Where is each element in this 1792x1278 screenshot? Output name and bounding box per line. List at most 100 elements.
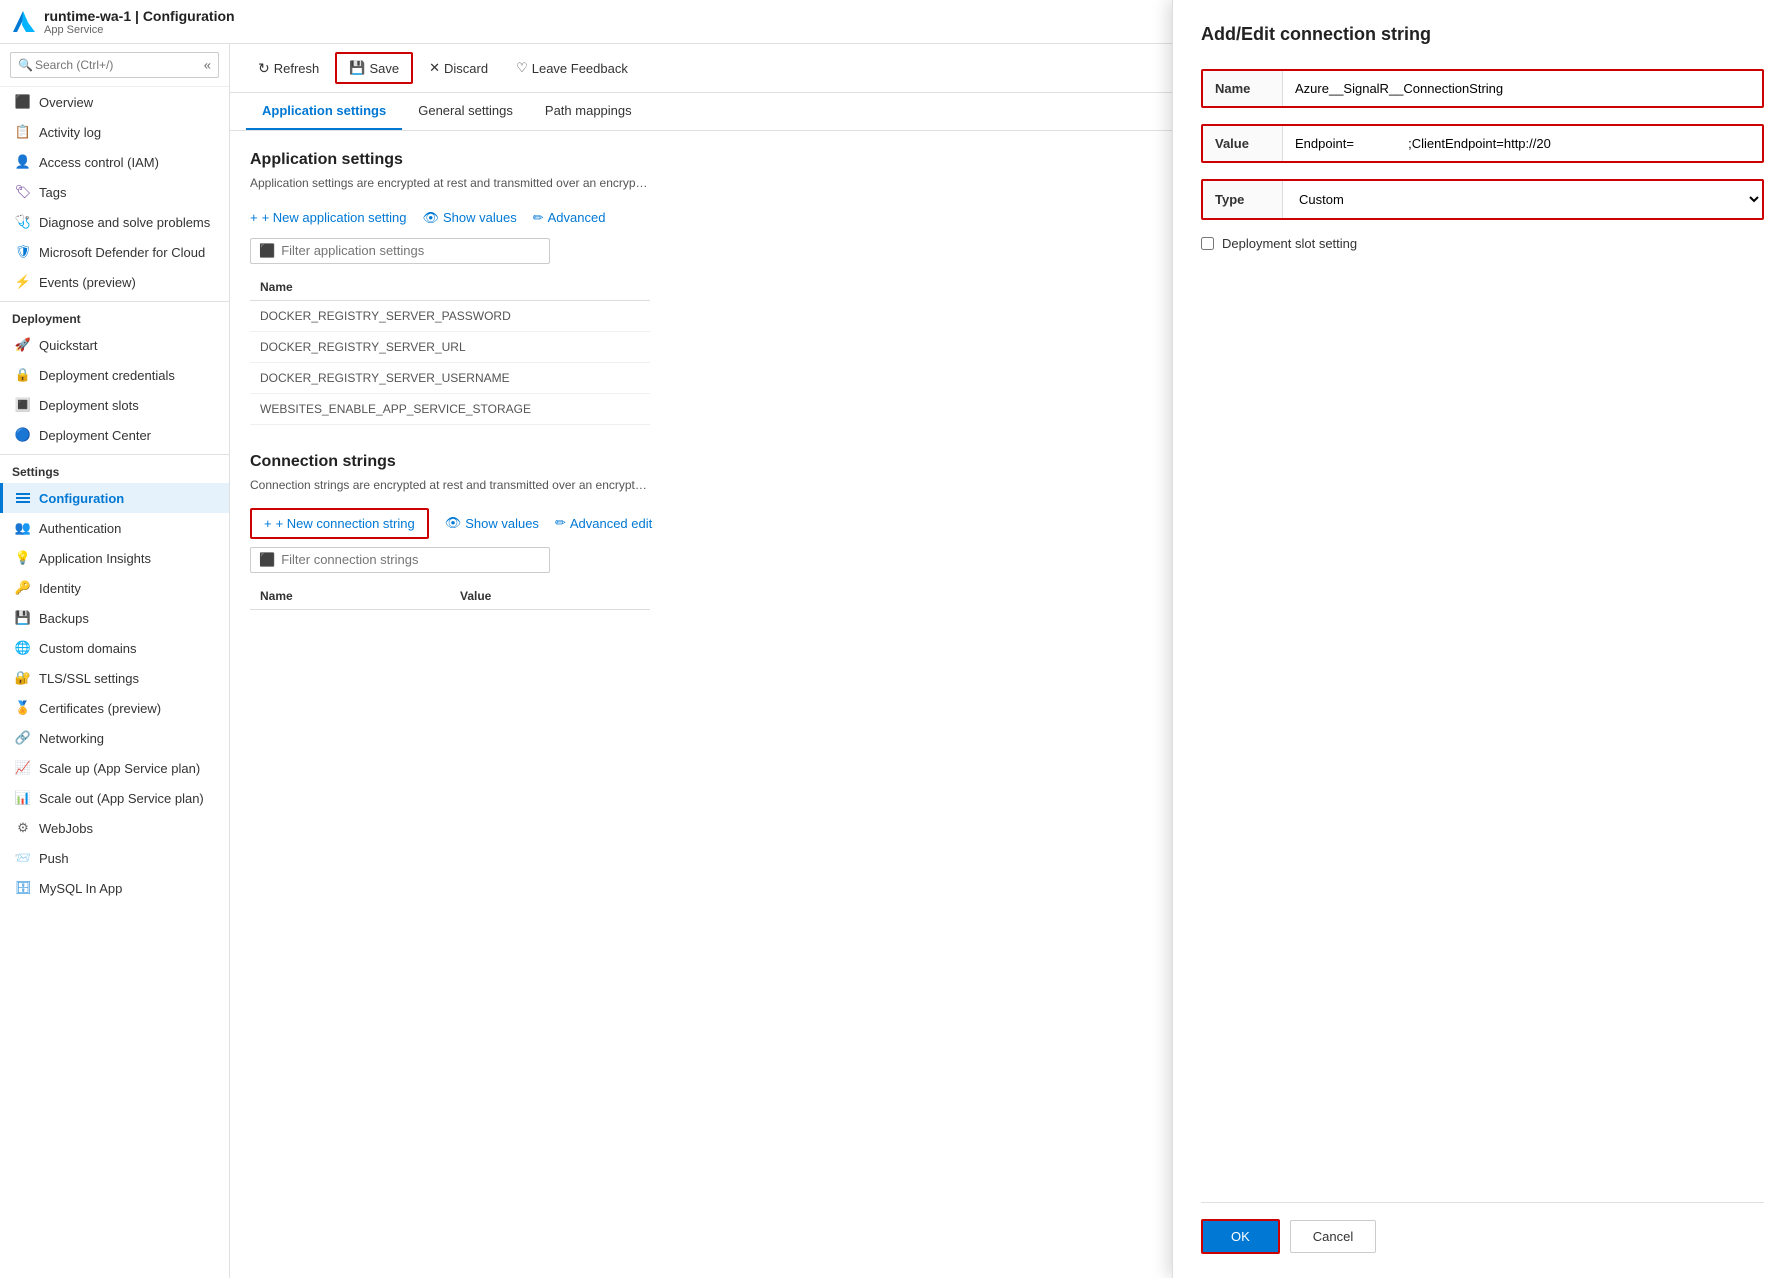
sidebar-item-certificates[interactable]: 🏅 Certificates (preview) (0, 693, 229, 723)
discard-icon: ✕ (429, 60, 440, 76)
sidebar-item-mysql[interactable]: 🗄 MySQL In App (0, 873, 229, 903)
sidebar-item-configuration[interactable]: Configuration (0, 483, 229, 513)
col-conn-value: Value (450, 583, 650, 610)
sidebar-item-push[interactable]: 📨 Push (0, 843, 229, 873)
azure-logo (12, 10, 36, 34)
sidebar-label-deploy-center: Deployment Center (39, 428, 151, 443)
type-form-row: Type Custom SQLServer SQLAzure MySql Pos… (1201, 179, 1764, 220)
refresh-button[interactable]: ↻ Refresh (246, 54, 331, 83)
app-settings-filter: ⬛ (250, 238, 550, 264)
show-conn-values-button[interactable]: 👁 Show values (445, 511, 539, 535)
sidebar-item-diagnose[interactable]: 🩺 Diagnose and solve problems (0, 207, 229, 237)
sidebar-item-tags[interactable]: 🏷 Tags (0, 177, 229, 207)
credentials-icon: 🔒 (15, 367, 31, 383)
eye-icon-2: 👁 (445, 515, 462, 531)
rocket-icon: 🚀 (15, 337, 31, 353)
app-setting-name: WEBSITES_ENABLE_APP_SERVICE_STORAGE (250, 393, 650, 424)
sidebar-label-deploy-creds: Deployment credentials (39, 368, 175, 383)
sidebar-label-access-control: Access control (IAM) (39, 155, 159, 170)
mysql-icon: 🗄 (15, 880, 31, 896)
sidebar-label-deploy-slots: Deployment slots (39, 398, 139, 413)
pencil-icon: ✏ (533, 210, 544, 226)
grid-icon: ⬛ (15, 94, 31, 110)
feedback-icon: ♡ (516, 60, 528, 76)
deployment-slot-checkbox[interactable] (1201, 237, 1214, 250)
advanced-button[interactable]: ✏ Advanced (533, 206, 606, 230)
panel-footer: OK Cancel (1201, 1202, 1764, 1254)
discard-button[interactable]: ✕ Discard (417, 54, 500, 82)
sidebar-item-webjobs[interactable]: ⚙ WebJobs (0, 813, 229, 843)
sidebar-item-scale-out[interactable]: 📊 Scale out (App Service plan) (0, 783, 229, 813)
sidebar-item-events[interactable]: ⚡ Events (preview) (0, 267, 229, 297)
sidebar-label-custom-domains: Custom domains (39, 641, 137, 656)
push-icon: 📨 (15, 850, 31, 866)
value-label: Value (1203, 126, 1283, 161)
advanced-conn-button[interactable]: ✏ Advanced edit (555, 511, 652, 535)
sidebar-item-custom-domains[interactable]: 🌐 Custom domains (0, 633, 229, 663)
new-connection-string-button[interactable]: + + New connection string (250, 508, 429, 539)
sidebar-label-quickstart: Quickstart (39, 338, 98, 353)
sidebar-label-tags: Tags (39, 185, 66, 200)
tab-path-mappings[interactable]: Path mappings (529, 93, 648, 130)
sidebar-item-networking[interactable]: 🔗 Networking (0, 723, 229, 753)
sidebar-nav: ⬛ Overview 📋 Activity log 👤 Access contr… (0, 87, 229, 903)
plus-icon-2: + (264, 516, 272, 531)
new-app-setting-button[interactable]: + + New application setting (250, 206, 407, 229)
ok-button[interactable]: OK (1201, 1219, 1280, 1254)
sidebar-label-diagnose: Diagnose and solve problems (39, 215, 210, 230)
show-values-button[interactable]: 👁 Show values (423, 206, 517, 230)
auth-icon: 👥 (15, 520, 31, 536)
app-settings-filter-input[interactable] (281, 243, 541, 258)
sidebar-item-quickstart[interactable]: 🚀 Quickstart (0, 330, 229, 360)
sidebar-item-backups[interactable]: 💾 Backups (0, 603, 229, 633)
sidebar-item-activity-log[interactable]: 📋 Activity log (0, 117, 229, 147)
app-setting-name: DOCKER_REGISTRY_SERVER_PASSWORD (250, 300, 650, 331)
sidebar-item-deploy-center[interactable]: 🔵 Deployment Center (0, 420, 229, 450)
table-row: DOCKER_REGISTRY_SERVER_PASSWORD (250, 300, 650, 331)
filter-icon-2: ⬛ (259, 552, 275, 568)
name-input[interactable] (1283, 71, 1762, 106)
type-select[interactable]: Custom SQLServer SQLAzure MySql PostgreS… (1283, 181, 1762, 218)
sidebar-label-app-insights: Application Insights (39, 551, 151, 566)
sidebar-item-deploy-slots[interactable]: 🔳 Deployment slots (0, 390, 229, 420)
sidebar-item-access-control[interactable]: 👤 Access control (IAM) (0, 147, 229, 177)
cancel-button[interactable]: Cancel (1290, 1220, 1376, 1253)
nav-section-settings: Settings (0, 454, 229, 483)
conn-strings-filter-input[interactable] (281, 552, 541, 567)
save-button[interactable]: 💾 Save (335, 52, 413, 84)
sidebar-item-authentication[interactable]: 👥 Authentication (0, 513, 229, 543)
search-icon: 🔍 (18, 58, 33, 72)
eye-icon: 👁 (423, 210, 440, 226)
slots-icon: 🔳 (15, 397, 31, 413)
sidebar-item-identity[interactable]: 🔑 Identity (0, 573, 229, 603)
sidebar-item-tls-ssl[interactable]: 🔐 TLS/SSL settings (0, 663, 229, 693)
sidebar-item-defender[interactable]: 🛡 Microsoft Defender for Cloud (0, 237, 229, 267)
tab-general-settings[interactable]: General settings (402, 93, 529, 130)
value-input[interactable] (1283, 126, 1762, 161)
scaleout-icon: 📊 (15, 790, 31, 806)
feedback-button[interactable]: ♡ Leave Feedback (504, 54, 640, 82)
value-form-row: Value (1201, 124, 1764, 163)
sidebar-item-overview[interactable]: ⬛ Overview (0, 87, 229, 117)
sidebar-label-scale-up: Scale up (App Service plan) (39, 761, 200, 776)
name-form-row: Name (1201, 69, 1764, 108)
search-input[interactable] (10, 52, 219, 78)
scaleup-icon: 📈 (15, 760, 31, 776)
sidebar-item-app-insights[interactable]: 💡 Application Insights (0, 543, 229, 573)
sidebar-label-tls-ssl: TLS/SSL settings (39, 671, 139, 686)
refresh-icon: ↻ (258, 60, 270, 77)
sidebar-label-defender: Microsoft Defender for Cloud (39, 245, 205, 260)
backup-icon: 💾 (15, 610, 31, 626)
sidebar-item-deploy-creds[interactable]: 🔒 Deployment credentials (0, 360, 229, 390)
page-title: runtime-wa-1 | Configuration (44, 8, 235, 24)
col-name: Name (250, 274, 650, 301)
app-settings-table: Name DOCKER_REGISTRY_SERVER_PASSWORD DOC… (250, 274, 650, 425)
sidebar-label-certificates: Certificates (preview) (39, 701, 161, 716)
sidebar-collapse-icon[interactable]: « (204, 58, 211, 73)
tab-app-settings[interactable]: Application settings (246, 93, 402, 130)
conn-strings-table: Name Value (250, 583, 650, 610)
sidebar-item-scale-up[interactable]: 📈 Scale up (App Service plan) (0, 753, 229, 783)
network-icon: 🔗 (15, 730, 31, 746)
tag-icon: 🏷 (15, 184, 31, 200)
insights-icon: 💡 (15, 550, 31, 566)
